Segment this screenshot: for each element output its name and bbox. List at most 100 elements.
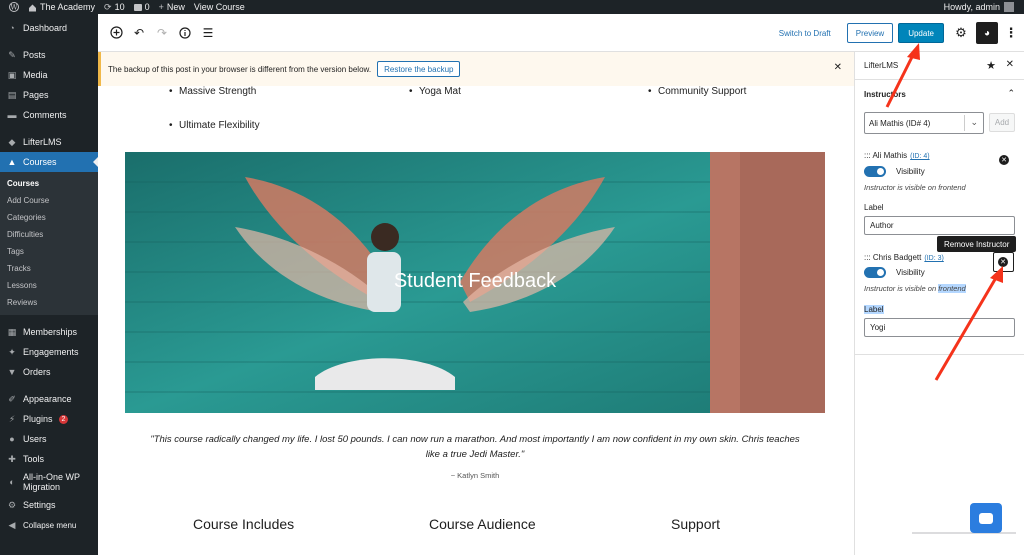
instructor-label-input[interactable]: Yogi [864, 318, 1015, 337]
sidebar-item-label: Comments [23, 110, 67, 120]
list-item[interactable]: Ultimate Flexibility [169, 120, 260, 131]
submenu-item-courses[interactable]: Courses [0, 175, 98, 192]
visibility-toggle[interactable] [864, 166, 886, 177]
pages-icon: ▤ [7, 89, 17, 100]
cover-block[interactable]: Student Feedback [125, 152, 825, 413]
chat-widget-button[interactable] [970, 503, 1002, 533]
sidebar-item-comments[interactable]: ▬ Comments [0, 105, 98, 125]
submenu-item-tags[interactable]: Tags [0, 243, 98, 260]
heading-course-includes[interactable]: Course Includes [193, 516, 294, 532]
undo-icon[interactable]: ↶ [129, 23, 149, 43]
switch-to-draft-button[interactable]: Switch to Draft [779, 29, 831, 38]
chevron-up-icon[interactable]: ⌃ [1007, 88, 1015, 99]
heading-support[interactable]: Support [671, 516, 720, 532]
instructor-label-input[interactable]: Author [864, 216, 1015, 235]
admin-sidebar: ◔ Dashboard ✎ Posts ▣ Media ▤ Pages ▬ Co… [0, 14, 98, 555]
close-icon[interactable]: ✕ [834, 62, 842, 73]
instructors-section-title[interactable]: Instructors [864, 90, 906, 99]
site-name-link[interactable]: The Academy [28, 2, 95, 12]
submenu-item-lessons[interactable]: Lessons [0, 277, 98, 294]
label-field-title: Label [864, 203, 884, 212]
horizontal-scrollbar[interactable] [912, 532, 1016, 534]
svg-text:W: W [10, 4, 18, 12]
backup-notice-message: The backup of this post in your browser … [108, 64, 372, 74]
more-options-icon[interactable]: ⋮ [1004, 23, 1018, 43]
wordpress-logo-icon[interactable]: W [9, 2, 19, 12]
sidebar-item-pages[interactable]: ▤ Pages [0, 85, 98, 105]
sidebar-item-posts[interactable]: ✎ Posts [0, 45, 98, 65]
close-panel-icon[interactable]: ✕ [1006, 59, 1014, 70]
editor-canvas: Massive Strength Yoga Mat Community Supp… [98, 86, 854, 555]
sidebar-item-migration[interactable]: ◐ All-in-One WP Migration [0, 469, 98, 495]
collapse-menu-button[interactable]: ◀ Collapse menu [0, 515, 98, 535]
submenu-item-tracks[interactable]: Tracks [0, 260, 98, 277]
account-menu[interactable]: Howdy, admin [944, 0, 1014, 14]
sidebar-item-label: Settings [23, 500, 56, 510]
preview-button[interactable]: Preview [846, 23, 894, 43]
comments-link[interactable]: 0 [133, 2, 150, 12]
sidebar-item-settings[interactable]: ⚙ Settings [0, 495, 98, 515]
visibility-help-text: Instructor is visible on frontend [864, 183, 966, 192]
remove-instructor-tooltip: Remove Instructor [937, 236, 1017, 252]
submenu-item-reviews[interactable]: Reviews [0, 294, 98, 311]
sidebar-item-orders[interactable]: ▼ Orders [0, 362, 98, 382]
sidebar-item-appearance[interactable]: ✐ Appearance [0, 389, 98, 409]
sidebar-item-users[interactable]: ● Users [0, 429, 98, 449]
remove-instructor-icon[interactable]: ✕ [998, 257, 1008, 267]
paintbrush-icon: ✐ [8, 393, 16, 404]
migration-icon: ◐ [9, 477, 15, 487]
sidebar-item-lifterlms[interactable]: ◆ LifterLMS [0, 132, 98, 152]
sidebar-item-tools[interactable]: ✚ Tools [0, 449, 98, 469]
panel-header: LifterLMS ★ ✕ [855, 52, 1024, 80]
sidebar-item-label: Users [23, 434, 47, 444]
testimonial-quote[interactable]: "This course radically changed my life. … [125, 432, 825, 462]
restore-backup-button[interactable]: Restore the backup [377, 61, 461, 77]
instructor-select-value: Ali Mathis (ID# 4) [869, 118, 931, 128]
howdy-label: Howdy, admin [943, 2, 1000, 12]
sidebar-item-media[interactable]: ▣ Media [0, 65, 98, 85]
visibility-label: Visibility [896, 167, 925, 176]
sidebar-item-dashboard[interactable]: ◔ Dashboard [0, 18, 98, 38]
heading-course-audience[interactable]: Course Audience [429, 516, 536, 532]
graduation-cap-icon: ▲ [7, 157, 17, 167]
lifterlms-sidebar-panel: LifterLMS ★ ✕ Instructors ⌃ Ali Mathis (… [854, 52, 1024, 555]
submenu-item-add-course[interactable]: Add Course [0, 192, 98, 209]
visibility-label: Visibility [896, 268, 925, 277]
new-content-link[interactable]: + New [159, 2, 185, 12]
sidebar-item-plugins[interactable]: ⚡ Plugins 2 [0, 409, 98, 429]
engagements-icon: ✦ [8, 346, 16, 357]
remove-instructor-icon[interactable]: ✕ [999, 155, 1009, 165]
add-block-icon[interactable] [106, 23, 126, 43]
sidebar-item-memberships[interactable]: ▦ Memberships [0, 322, 98, 342]
dashboard-icon: ◔ [9, 23, 15, 33]
instructor-name: ::: Chris Badgett (ID: 3) [864, 253, 944, 262]
update-button[interactable]: Update [898, 23, 944, 43]
list-item[interactable]: Community Support [648, 86, 746, 97]
sidebar-item-engagements[interactable]: ✦ Engagements [0, 342, 98, 362]
sidebar-item-label: Appearance [23, 394, 72, 404]
settings-gear-icon[interactable]: ⚙ [952, 24, 970, 42]
block-navigation-icon[interactable]: ☰ [198, 23, 218, 43]
star-icon[interactable]: ★ [986, 59, 996, 72]
sidebar-item-label: Plugins [23, 414, 53, 424]
list-item[interactable]: Massive Strength [169, 86, 256, 97]
instructor-id-link[interactable]: (ID: 4) [910, 153, 929, 160]
updates-count: 10 [114, 2, 125, 12]
view-course-link[interactable]: View Course [194, 2, 245, 12]
cover-title[interactable]: Student Feedback [125, 270, 825, 293]
list-item[interactable]: Yoga Mat [409, 86, 461, 97]
sidebar-item-courses[interactable]: ▲ Courses [0, 152, 98, 172]
instructor-select[interactable]: Ali Mathis (ID# 4) ⌄ [864, 112, 984, 134]
instructor-id-link[interactable]: (ID: 3) [924, 255, 943, 262]
visibility-toggle[interactable] [864, 267, 886, 278]
submenu-item-difficulties[interactable]: Difficulties [0, 226, 98, 243]
plus-icon: + [158, 2, 164, 12]
redo-icon[interactable]: ↷ [152, 23, 172, 43]
updates-link[interactable]: ⟳ 10 [104, 2, 125, 13]
users-icon: ● [9, 434, 15, 444]
settings-icon: ⚙ [7, 499, 17, 510]
submenu-item-categories[interactable]: Categories [0, 209, 98, 226]
info-icon[interactable] [175, 23, 195, 43]
lifterlms-sidebar-icon[interactable]: ◕ [976, 22, 998, 44]
add-instructor-button[interactable]: Add [989, 113, 1015, 132]
